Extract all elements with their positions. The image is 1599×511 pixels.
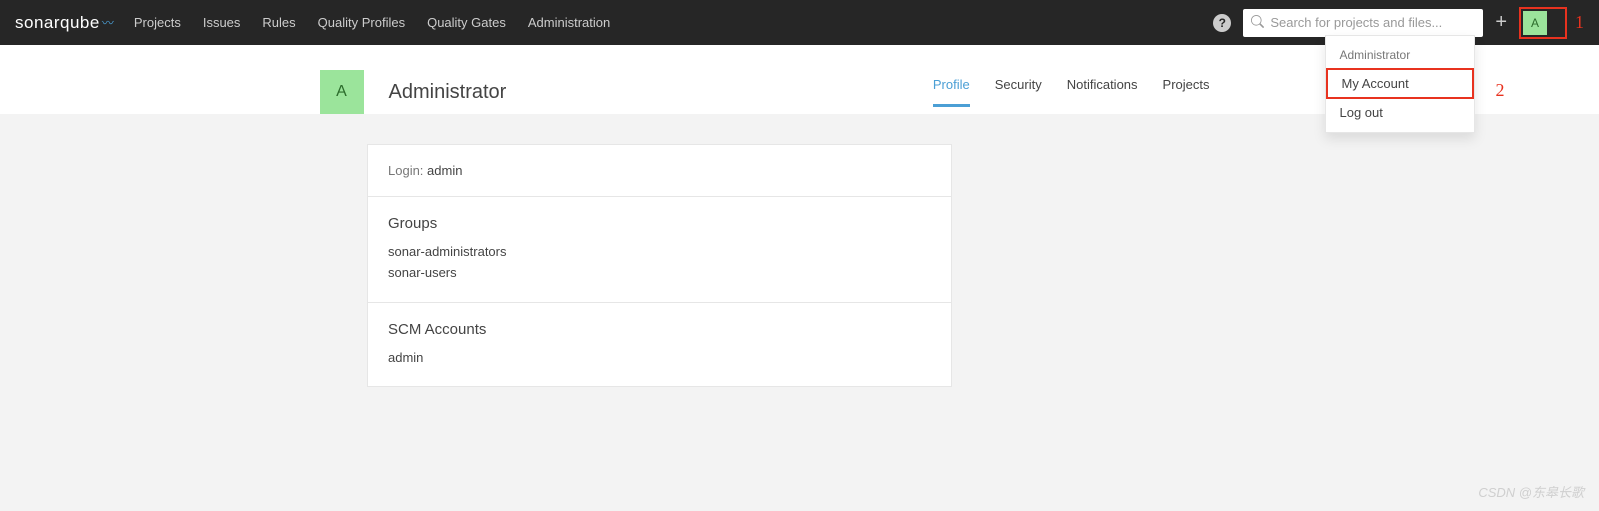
nav-rules[interactable]: Rules (262, 15, 295, 30)
user-dropdown: Administrator My Account Log out (1325, 35, 1475, 133)
user-avatar[interactable]: A (1523, 11, 1547, 35)
dropdown-header: Administrator (1326, 42, 1474, 68)
page-header: A Administrator Profile Security Notific… (0, 45, 1599, 114)
scm-section: SCM Accounts admin (368, 303, 951, 387)
nav-projects[interactable]: Projects (134, 15, 181, 30)
tabs: Profile Security Notifications Projects (933, 77, 1210, 107)
tab-projects[interactable]: Projects (1163, 77, 1210, 107)
groups-section: Groups sonar-administrators sonar-users (368, 197, 951, 303)
login-label: Login: (388, 163, 423, 178)
nav-administration[interactable]: Administration (528, 15, 610, 30)
login-section: Login: admin (368, 145, 951, 197)
nav-issues[interactable]: Issues (203, 15, 241, 30)
tab-notifications[interactable]: Notifications (1067, 77, 1138, 107)
nav-items: Projects Issues Rules Quality Profiles Q… (134, 15, 610, 30)
groups-title: Groups (388, 215, 931, 232)
page-title: Administrator (389, 81, 507, 104)
nav-right: ? + A 1 (1213, 7, 1584, 39)
group-item: sonar-administrators (388, 242, 931, 263)
scm-item: admin (388, 348, 931, 369)
group-item: sonar-users (388, 263, 931, 284)
watermark: CSDN @东皋长歌 (1478, 482, 1584, 501)
help-icon[interactable]: ? (1213, 14, 1231, 32)
logo-text: sonarqube (15, 13, 100, 33)
search-box[interactable] (1243, 9, 1483, 37)
tab-profile[interactable]: Profile (933, 77, 970, 107)
nav-quality-gates[interactable]: Quality Gates (427, 15, 506, 30)
avatar-highlight-box: A (1519, 7, 1567, 39)
user-avatar-large: A (320, 70, 364, 114)
dropdown-my-account[interactable]: My Account (1328, 70, 1472, 97)
logo-wave-icon: 〰 (102, 14, 114, 31)
dropdown-highlight-box: My Account (1326, 68, 1474, 99)
annotation-1: 1 (1575, 12, 1584, 33)
nav-quality-profiles[interactable]: Quality Profiles (318, 15, 405, 30)
scm-title: SCM Accounts (388, 321, 931, 338)
search-input[interactable] (1270, 15, 1475, 30)
login-value: admin (427, 163, 462, 178)
logo[interactable]: sonarqube 〰 (15, 13, 114, 33)
search-icon (1251, 15, 1264, 31)
tab-security[interactable]: Security (995, 77, 1042, 107)
annotation-2: 2 (1496, 80, 1505, 101)
dropdown-log-out[interactable]: Log out (1326, 99, 1474, 126)
profile-card: Login: admin Groups sonar-administrators… (367, 144, 952, 387)
plus-icon[interactable]: + (1495, 11, 1507, 34)
